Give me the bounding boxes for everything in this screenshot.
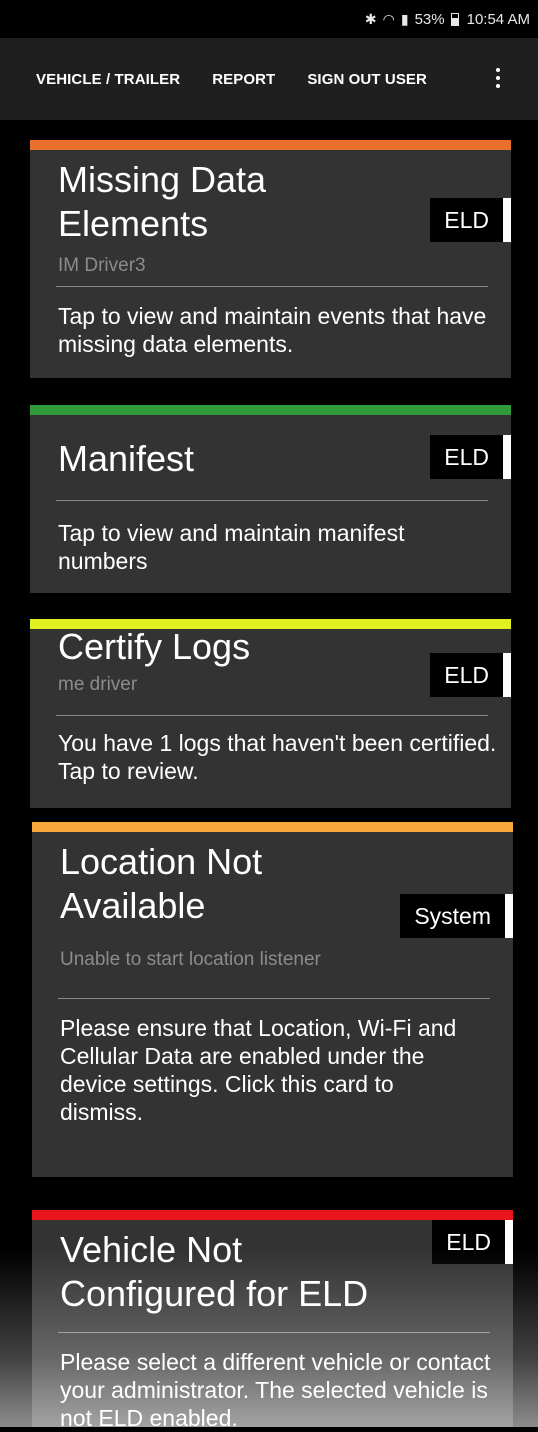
card-badge: ELD bbox=[430, 435, 511, 479]
card-manifest[interactable]: Manifest ELD Tap to view and maintain ma… bbox=[30, 405, 511, 593]
card-divider bbox=[58, 1332, 490, 1333]
card-subtitle: Unable to start location listener bbox=[60, 949, 321, 970]
card-description: Tap to view and maintain events that hav… bbox=[58, 303, 487, 357]
card-title: Location Not Available bbox=[60, 841, 263, 926]
battery-icon bbox=[450, 12, 459, 26]
clock: 10:54 AM bbox=[466, 10, 530, 28]
battery-percent: 53% bbox=[414, 10, 445, 28]
card-title: Manifest bbox=[58, 438, 195, 479]
more-vert-icon[interactable] bbox=[496, 68, 500, 88]
card-divider bbox=[58, 998, 490, 999]
card-badge: ELD bbox=[430, 653, 511, 697]
card-divider bbox=[56, 500, 488, 501]
card-color-bar bbox=[32, 822, 513, 832]
card-title: Certify Logs bbox=[58, 626, 251, 667]
card-color-bar bbox=[30, 405, 511, 415]
card-badge: System bbox=[400, 894, 513, 938]
action-bar: VEHICLE / TRAILER REPORT SIGN OUT USER bbox=[0, 38, 538, 120]
card-subtitle: IM Driver3 bbox=[58, 255, 146, 276]
card-missing-data-elements[interactable]: Missing Data Elements ELD IM Driver3 Tap… bbox=[30, 140, 511, 378]
card-color-bar bbox=[32, 1210, 513, 1220]
card-divider bbox=[56, 286, 488, 287]
status-bar: ✱ ◠ ▮ 53% 10:54 AM bbox=[0, 0, 538, 38]
vehicle-trailer-button[interactable]: VEHICLE / TRAILER bbox=[36, 71, 180, 88]
card-location-not-available[interactable]: Location Not Available System Unable to … bbox=[32, 822, 513, 1177]
card-vehicle-not-configured[interactable]: Vehicle Not Configured for ELD ELD Pleas… bbox=[32, 1210, 513, 1431]
card-description: Please select a different vehicle or con… bbox=[60, 1349, 491, 1431]
card-title: Missing Data Elements bbox=[58, 159, 267, 244]
card-badge: ELD bbox=[430, 198, 511, 242]
sign-out-user-button[interactable]: SIGN OUT USER bbox=[307, 71, 427, 88]
card-title: Vehicle Not Configured for ELD bbox=[60, 1229, 369, 1314]
wifi-icon: ◠ bbox=[382, 10, 395, 27]
card-color-bar bbox=[30, 140, 511, 150]
card-subtitle: me driver bbox=[58, 674, 138, 695]
signal-icon: ▮ bbox=[400, 10, 409, 27]
report-button[interactable]: REPORT bbox=[212, 71, 275, 88]
card-badge: ELD bbox=[432, 1220, 513, 1264]
card-certify-logs[interactable]: Certify Logs ELD me driver You have 1 lo… bbox=[30, 619, 511, 808]
card-description: Please ensure that Location, Wi-Fi and C… bbox=[60, 1015, 457, 1125]
card-description: You have 1 logs that haven't been certif… bbox=[58, 730, 497, 784]
card-description: Tap to view and maintain manifest number… bbox=[58, 520, 405, 574]
card-divider bbox=[56, 715, 488, 716]
bluetooth-icon: ✱ bbox=[364, 10, 377, 27]
